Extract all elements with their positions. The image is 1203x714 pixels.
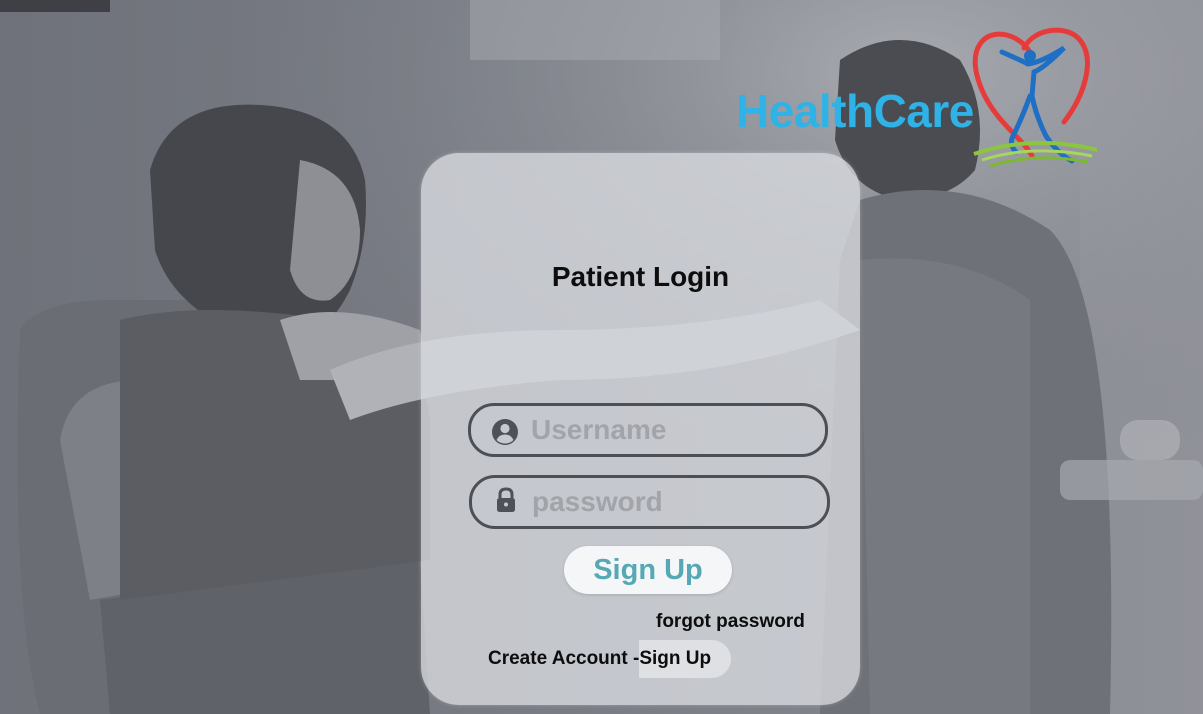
- username-input[interactable]: [531, 406, 811, 454]
- user-circle-icon: [492, 419, 518, 445]
- brand-name: HealthCare: [736, 85, 974, 137]
- login-page: HealthCare Patient Login Username Sign U…: [0, 0, 1203, 714]
- lock-icon: [497, 487, 515, 512]
- login-card: Patient Login Sign Up forgot password Cr…: [421, 153, 860, 705]
- create-account-sign-up-link[interactable]: Sign Up: [639, 640, 732, 678]
- create-account-row: Create Account - Sign Up: [488, 640, 732, 678]
- sign-up-button[interactable]: Sign Up: [564, 546, 732, 594]
- forgot-password-link[interactable]: forgot password: [656, 611, 805, 633]
- heart-person-logo-icon: [972, 27, 1097, 168]
- page-title: Patient Login: [551, 261, 730, 292]
- create-account-text: Create Account -: [488, 648, 640, 669]
- healthcare-logo: HealthCare: [734, 26, 1099, 171]
- username-field: [468, 403, 828, 457]
- password-input[interactable]: [532, 478, 812, 526]
- password-field: [469, 475, 830, 529]
